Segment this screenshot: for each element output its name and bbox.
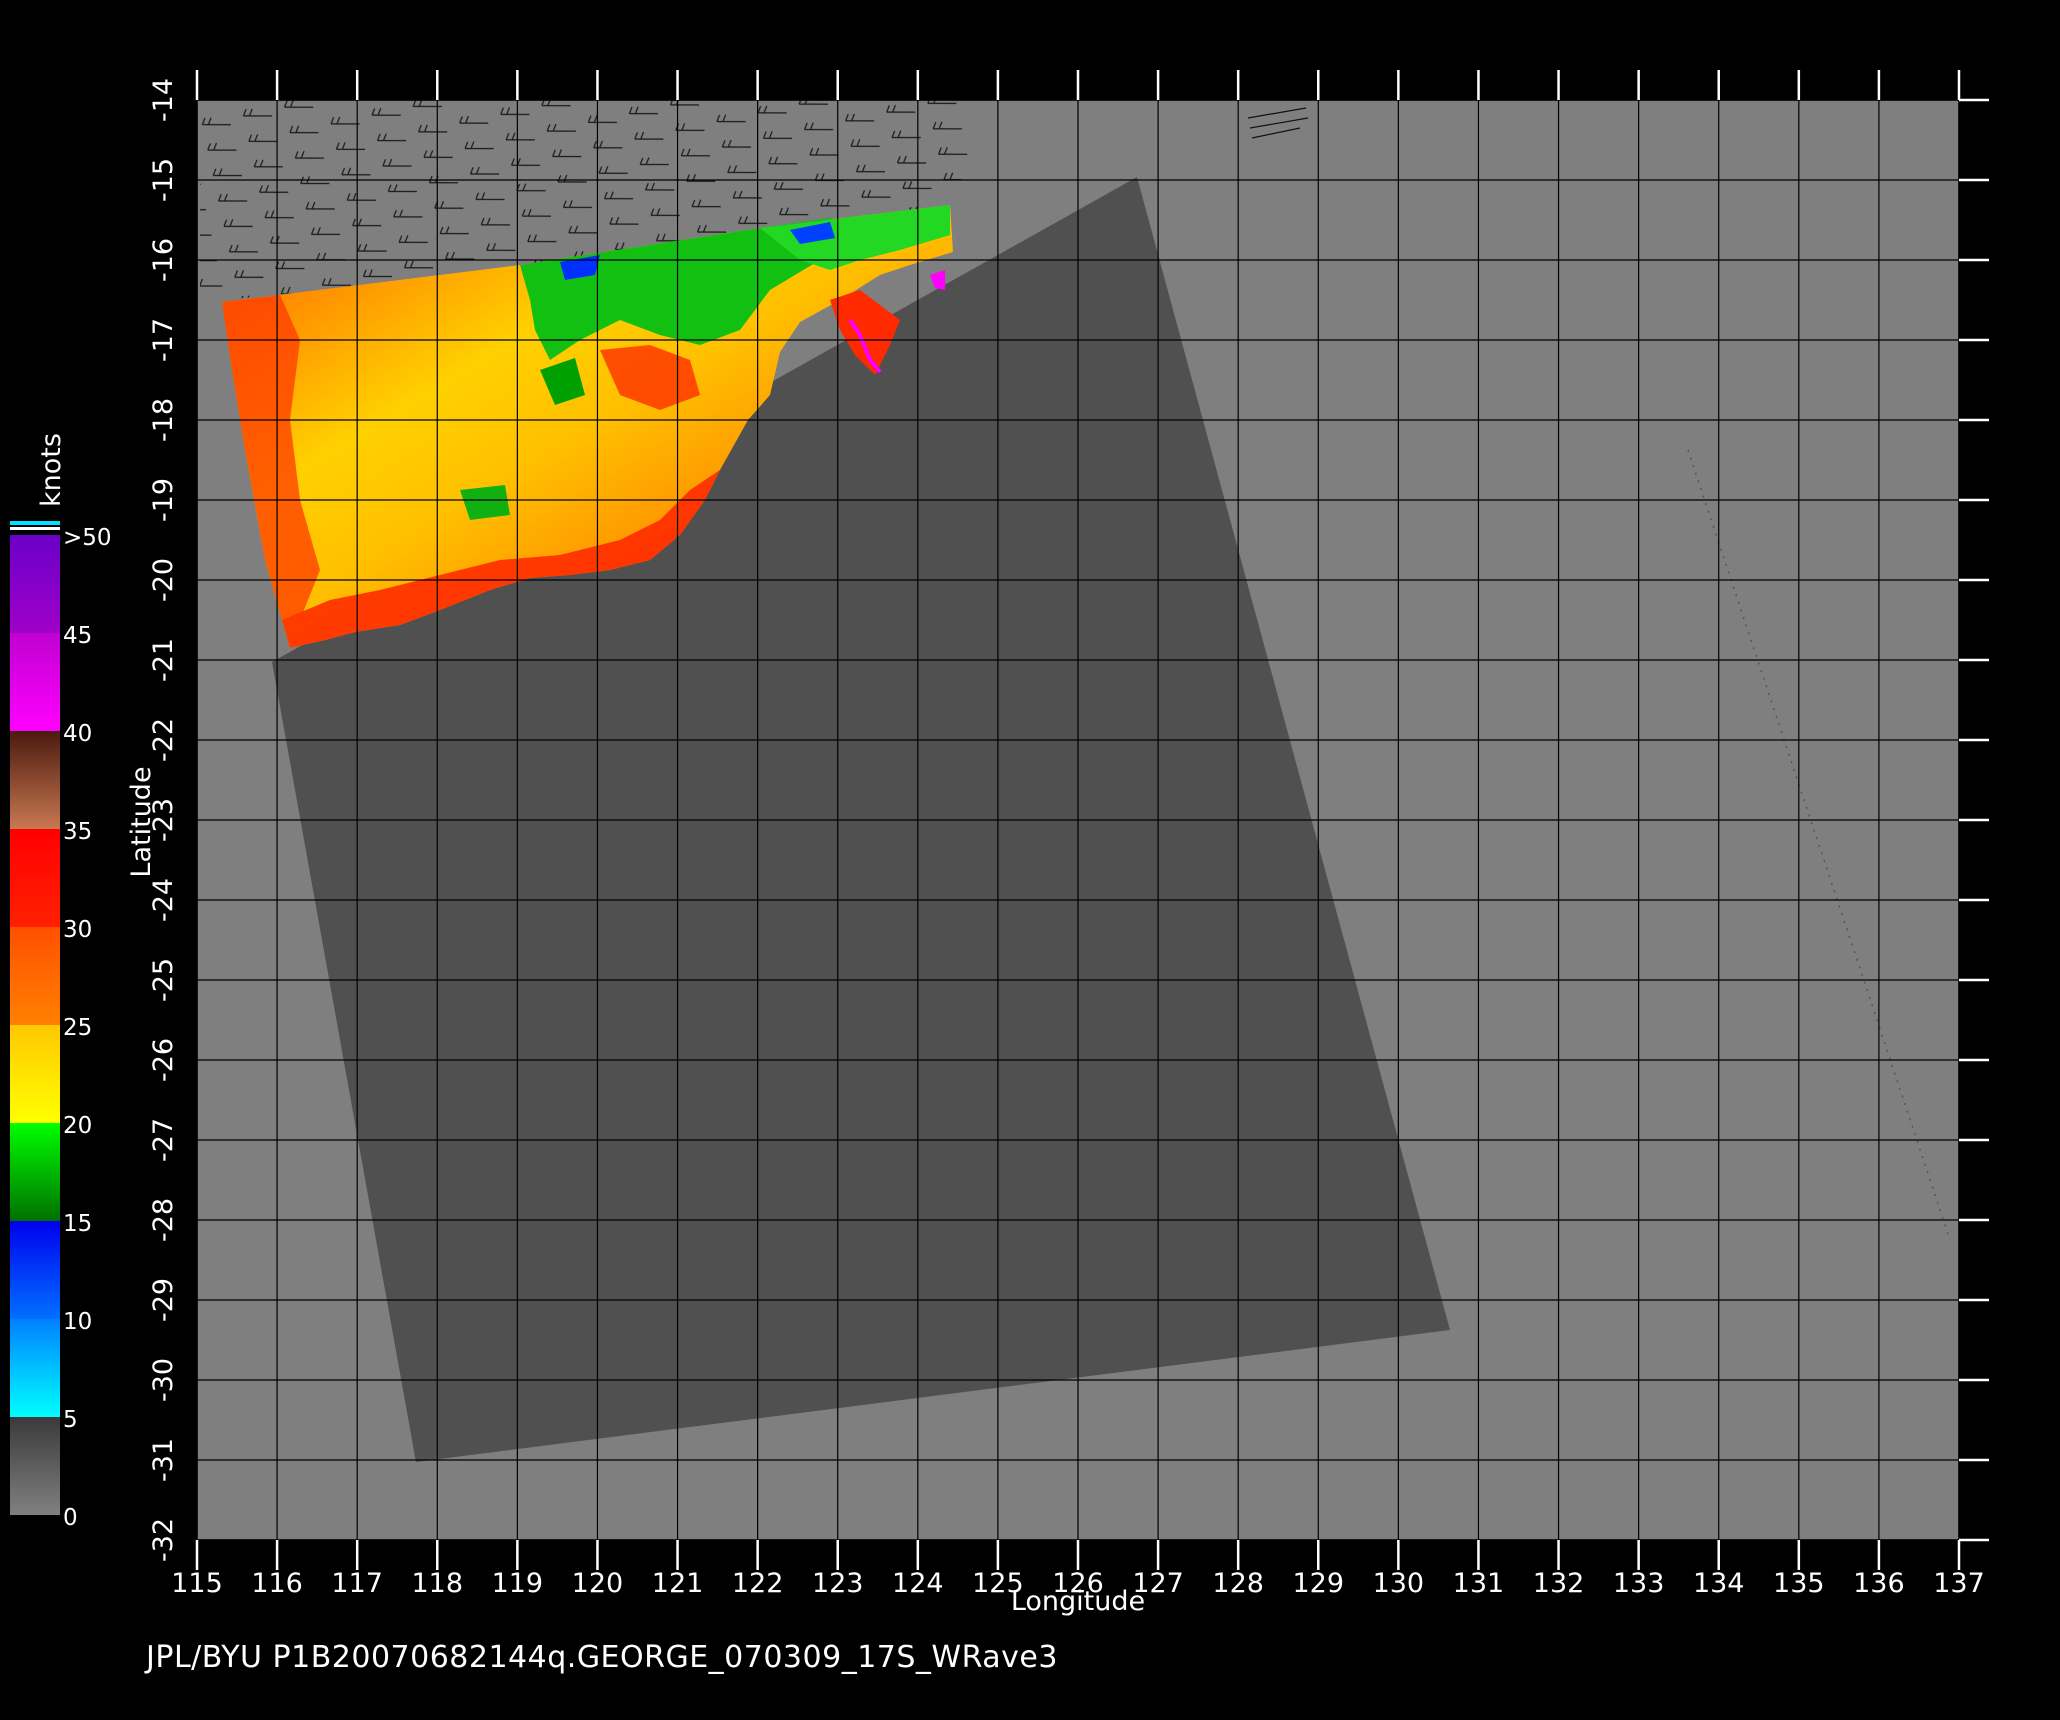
lat-tick-label: -28 (148, 1198, 179, 1242)
colorbar-tick-label: 0 (63, 1505, 78, 1531)
lon-tick-label: 120 (572, 1568, 624, 1599)
lat-tick-label: -27 (148, 1118, 179, 1162)
lat-tick-label: -26 (148, 1038, 179, 1082)
lon-tick-label: 128 (1212, 1568, 1264, 1599)
lon-tick-label: 123 (812, 1568, 864, 1599)
colorbar-band (10, 1417, 60, 1515)
colorbar-band (10, 829, 60, 927)
lon-tick-label: 124 (892, 1568, 944, 1599)
lat-tick-label: -25 (148, 958, 179, 1002)
wind-speed-colorbar (10, 535, 60, 1515)
colorbar-tick-label: 10 (63, 1309, 92, 1335)
lat-tick-label: -29 (148, 1278, 179, 1322)
lat-tick-label: -18 (148, 398, 179, 442)
lon-tick-label: 116 (251, 1568, 303, 1599)
lat-tick-label: -21 (148, 638, 179, 682)
lat-tick-label: -32 (148, 1518, 179, 1562)
lon-tick-label: 122 (732, 1568, 784, 1599)
colorbar-band (10, 1123, 60, 1221)
lon-tick-label: 135 (1773, 1568, 1825, 1599)
lon-tick-label: 117 (331, 1568, 383, 1599)
colorbar-band (10, 1221, 60, 1319)
colorbar-tick-label: 5 (63, 1407, 78, 1433)
colorbar-band (10, 535, 60, 633)
x-axis-label: Longitude (1011, 1586, 1145, 1617)
lon-tick-label: 134 (1693, 1568, 1745, 1599)
lat-tick-label: -19 (148, 478, 179, 522)
colorbar-tick-label: 15 (63, 1211, 92, 1237)
colorbar-tick-label: 20 (63, 1113, 92, 1139)
colorbar-tick-label: 35 (63, 819, 92, 845)
colorbar-tick-label: 25 (63, 1015, 92, 1041)
colorbar-top-marker (10, 521, 60, 525)
lon-tick-label: 131 (1453, 1568, 1505, 1599)
lon-tick-label: 118 (411, 1568, 463, 1599)
lat-tick-label: -24 (148, 878, 179, 922)
colorbar-band (10, 731, 60, 829)
lon-tick-label: 137 (1933, 1568, 1985, 1599)
lat-tick-label: -15 (148, 158, 179, 202)
y-axis-label: Latitude (126, 766, 157, 877)
colorbar-band (10, 1319, 60, 1417)
lon-tick-label: 130 (1373, 1568, 1425, 1599)
lon-tick-label: 121 (652, 1568, 704, 1599)
lon-tick-label: 133 (1613, 1568, 1665, 1599)
lon-tick-label: 132 (1533, 1568, 1585, 1599)
lat-tick-label: -20 (148, 558, 179, 602)
lat-tick-label: -14 (148, 78, 179, 122)
lat-tick-label: -30 (148, 1358, 179, 1402)
colorbar-tick-labels: 0 5 10 15 20 25 30 35 40 45 >50 (63, 525, 112, 1531)
colorbar-tick-label: 40 (63, 721, 92, 747)
lon-tick-label: 129 (1292, 1568, 1344, 1599)
colorbar-band (10, 1025, 60, 1123)
lat-tick-label: -16 (148, 238, 179, 282)
lat-tick-label: -31 (148, 1438, 179, 1482)
lat-tick-label: -22 (148, 718, 179, 762)
colorbar-top-marker (10, 527, 60, 530)
colorbar-band (10, 633, 60, 731)
wind-map-figure: 115 116 117 118 119 120 121 122 123 124 125 126 127 1… (10, 70, 1989, 1617)
lon-tick-label: 136 (1853, 1568, 1905, 1599)
colorbar-unit-label: knots (36, 433, 67, 507)
colorbar-tick-label: 30 (63, 917, 92, 943)
colorbar-tick-label: 45 (63, 623, 92, 649)
colorbar-band (10, 927, 60, 1025)
lon-tick-label: 115 (171, 1568, 223, 1599)
footer-caption: JPL/BYU P1B20070682144q.GEORGE_070309_17… (146, 1640, 1058, 1675)
colorbar-tick-label: >50 (63, 525, 112, 551)
lon-tick-label: 119 (492, 1568, 544, 1599)
lat-tick-label: -17 (148, 318, 179, 362)
